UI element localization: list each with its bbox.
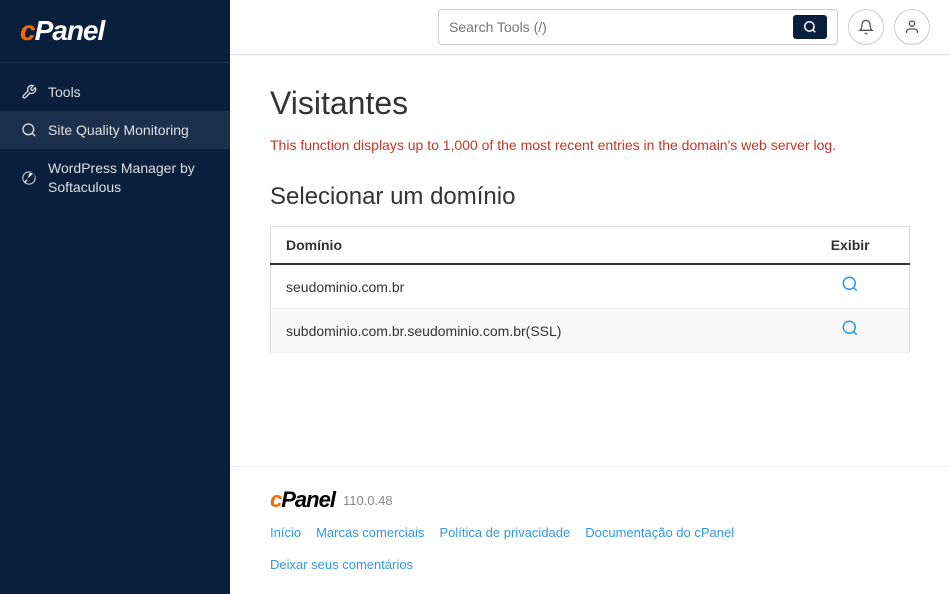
search-input[interactable] [449,19,785,35]
footer-link-doc[interactable]: Documentação do cPanel [585,525,734,540]
user-icon [904,19,920,35]
page-title: Visitantes [270,85,910,122]
sidebar-item-site-quality[interactable]: Site Quality Monitoring [0,111,230,149]
cpanel-logo-sidebar: cPanel [20,15,210,47]
wordpress-icon [20,169,38,187]
user-button[interactable] [894,9,930,45]
footer-link-marcas[interactable]: Marcas comerciais [316,525,424,540]
search-submit-button[interactable] [793,15,827,39]
footer-logo-container: cPanel 110.0.48 [270,487,910,513]
search-icon [803,20,817,34]
view-cell [791,309,909,353]
main-area: Visitantes This function displays up to … [230,0,950,594]
footer-link-privacidade[interactable]: Política de privacidade [439,525,570,540]
footer-link-inicio[interactable]: Início [270,525,301,540]
view-cell [791,264,909,309]
sidebar-logo: cPanel [0,0,230,63]
view-icon-1[interactable] [841,324,859,341]
table-row: seudominio.com.br [271,264,910,309]
search-bar-container [438,9,838,45]
sidebar-site-quality-label: Site Quality Monitoring [48,121,189,139]
col-view: Exibir [791,227,909,265]
domain-cell: seudominio.com.br [271,264,792,309]
wrench-icon [20,83,38,101]
domain-cell: subdominio.com.br.seudominio.com.br(SSL) [271,309,792,353]
main-content: Visitantes This function displays up to … [230,55,950,466]
footer: cPanel 110.0.48 Início Marcas comerciais… [230,466,950,594]
sidebar-item-wordpress[interactable]: WordPress Manager by Softaculous [0,149,230,205]
section-title: Selecionar um domínio [270,183,910,211]
view-icon-0[interactable] [841,280,859,297]
footer-comment-link[interactable]: Deixar seus comentários [270,557,413,572]
sidebar-wordpress-label: WordPress Manager by Softaculous [48,159,210,195]
sidebar-item-tools[interactable]: Tools [0,73,230,111]
sidebar: cPanel Tools Site Quality Monitoring [0,0,230,594]
footer-cpanel-logo: cPanel [270,487,335,513]
domain-table: Domínio Exibir seudominio.com.br [270,226,910,353]
notifications-button[interactable] [848,9,884,45]
bell-icon [858,19,874,35]
sidebar-nav: Tools Site Quality Monitoring WordPress … [0,63,230,216]
footer-links: Início Marcas comerciais Política de pri… [270,525,910,548]
footer-version: 110.0.48 [343,493,393,508]
table-row: subdominio.com.br.seudominio.com.br(SSL) [271,309,910,353]
page-description: This function displays up to 1,000 of th… [270,137,910,153]
sidebar-tools-label: Tools [48,83,81,101]
header [230,0,950,55]
search-circle-icon [20,121,38,139]
col-domain: Domínio [271,227,792,265]
